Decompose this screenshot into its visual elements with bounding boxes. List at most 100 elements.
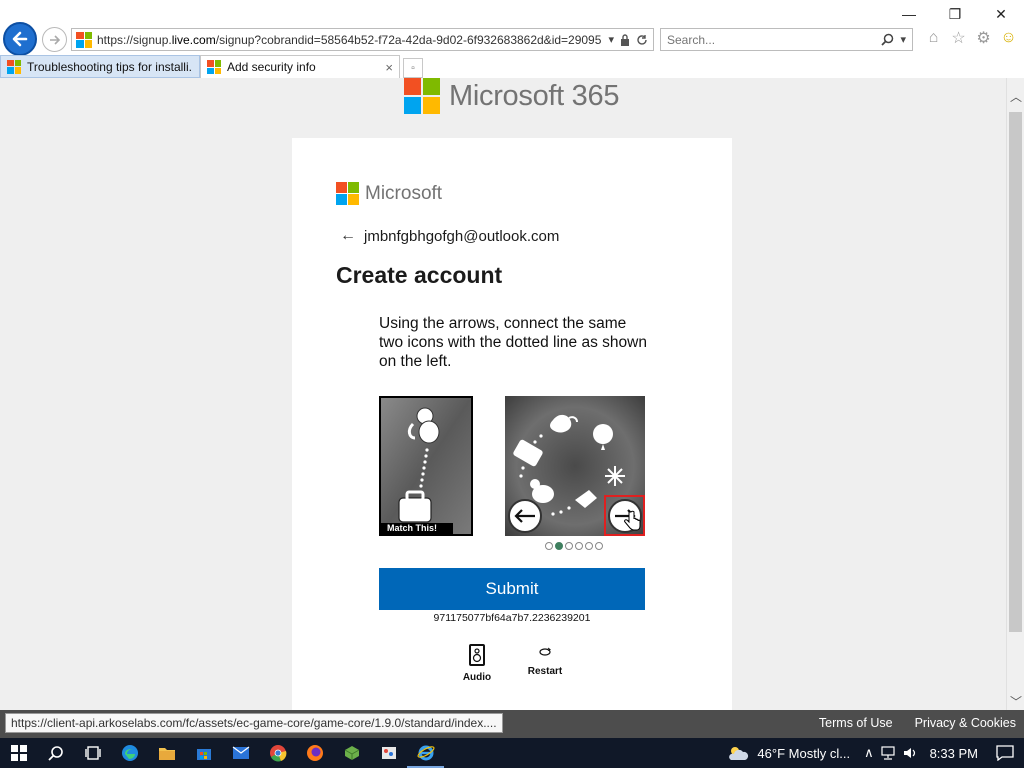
vertical-scrollbar[interactable]: ︿ ﹀ <box>1006 78 1024 710</box>
back-arrow-icon <box>12 31 28 47</box>
tab-title: Add security info <box>227 60 316 74</box>
tab-favicon <box>207 60 221 74</box>
volume-icon[interactable] <box>902 746 918 760</box>
chrome-icon[interactable] <box>259 738 296 768</box>
match-this-label: Match This! <box>381 523 453 534</box>
weather-text[interactable]: 46°F Mostly cl... <box>757 746 850 761</box>
edge-icon[interactable] <box>111 738 148 768</box>
captcha-instruction: Using the arrows, connect the same two i… <box>379 315 647 370</box>
back-arrow-icon[interactable]: ← <box>340 227 356 245</box>
captcha-reference-image: Match This! <box>379 396 473 536</box>
hand-cursor-icon <box>624 510 641 531</box>
search-input[interactable] <box>667 32 882 47</box>
windows-taskbar: 46°F Mostly cl... ∧ 8:33 PM <box>0 738 1024 768</box>
microsoft-logo-icon <box>336 182 359 205</box>
tab-close-icon[interactable]: × <box>385 60 393 75</box>
address-bar-icons: ▾ <box>603 33 653 46</box>
microsoft-365-header: Microsoft 365 <box>404 78 619 114</box>
search-box[interactable]: ▾ <box>660 28 913 51</box>
search-dropdown-icon[interactable]: ▾ <box>900 33 906 46</box>
progress-dot <box>595 542 603 550</box>
notifications-icon[interactable] <box>996 745 1014 761</box>
tab-strip: Troubleshooting tips for installi... Add… <box>0 55 1024 78</box>
back-button[interactable] <box>3 22 37 56</box>
submit-button[interactable]: Submit <box>379 568 645 610</box>
page-title: Create account <box>336 262 503 288</box>
restart-button[interactable]: Restart <box>525 646 565 677</box>
minimize-button[interactable]: — <box>886 0 932 28</box>
page-viewport: Microsoft 365 Microsoft ← jmbnfgbhgofgh@… <box>0 78 1006 710</box>
tab-add-security-info[interactable]: Add security info × <box>200 55 400 78</box>
address-bar[interactable]: https://signup.live.com/signup?cobrandid… <box>71 28 654 51</box>
search-icon[interactable] <box>37 738 74 768</box>
network-icon[interactable] <box>880 746 896 760</box>
progress-dot <box>575 542 583 550</box>
arrow-left-icon <box>514 509 535 523</box>
chevron-up-icon[interactable]: ∧ <box>864 745 874 761</box>
firefox-icon[interactable] <box>296 738 333 768</box>
puzzle-progress-dots <box>545 542 603 550</box>
site-favicon <box>76 31 92 48</box>
page-footer: https://client-api.arkoselabs.com/fc/ass… <box>0 710 1024 738</box>
task-view-icon[interactable] <box>74 738 111 768</box>
rotate-left-button[interactable] <box>508 499 542 533</box>
signup-card: Microsoft ← jmbnfgbhgofgh@outlook.com Cr… <box>292 138 732 710</box>
progress-dot-active <box>555 542 563 550</box>
scroll-down-icon[interactable]: ﹀ <box>1010 693 1022 710</box>
speaker-icon <box>469 644 485 666</box>
scroll-thumb[interactable] <box>1009 112 1022 632</box>
dropdown-icon[interactable]: ▾ <box>608 33 614 46</box>
lock-icon[interactable] <box>620 33 630 46</box>
account-email: jmbnfgbhgofgh@outlook.com <box>364 227 560 245</box>
weather-icon[interactable] <box>727 744 749 762</box>
mail-icon[interactable] <box>222 738 259 768</box>
url-text[interactable]: https://signup.live.com/signup?cobrandid… <box>97 33 603 47</box>
microsoft-logo-text: Microsoft <box>365 182 443 204</box>
microsoft-logo-icon <box>404 78 440 114</box>
weather-description: Mostly cl... <box>788 745 851 761</box>
snowflake-icon <box>605 466 625 486</box>
gear-icon[interactable]: ⚙ <box>974 28 993 47</box>
windows-start-icon[interactable] <box>0 738 37 768</box>
store-icon[interactable] <box>185 738 222 768</box>
paint-icon[interactable] <box>370 738 407 768</box>
restart-icon <box>539 647 551 656</box>
favorites-star-icon[interactable]: ☆ <box>949 28 968 47</box>
progress-dot <box>585 542 593 550</box>
home-icon[interactable]: ⌂ <box>924 28 943 47</box>
close-window-button[interactable]: ✕ <box>978 0 1024 28</box>
clock-time[interactable]: 8:33 PM <box>930 746 978 761</box>
audio-button[interactable]: Audio <box>457 644 497 683</box>
forward-button[interactable] <box>42 27 67 52</box>
footer-links: Terms of Use Privacy & Cookies <box>819 716 1016 730</box>
browser-chrome: — ❐ ✕ https://signup.live.com/signup?cob… <box>0 0 1024 80</box>
refresh-icon[interactable] <box>636 34 648 46</box>
system-tray: 46°F Mostly cl... ∧ 8:33 PM <box>727 738 1024 768</box>
minecraft-icon[interactable] <box>333 738 370 768</box>
tab-favicon <box>7 59 21 74</box>
audio-label: Audio <box>462 672 492 683</box>
microsoft-logo: Microsoft <box>336 182 442 205</box>
scroll-up-icon[interactable]: ︿ <box>1010 88 1022 105</box>
identity-banner: ← jmbnfgbhgofgh@outlook.com <box>340 227 559 245</box>
restart-label: Restart <box>527 666 563 677</box>
search-icon[interactable] <box>881 33 894 46</box>
toolbar-icons: ⌂ ☆ ⚙ ☺ <box>924 28 1018 47</box>
forward-arrow-icon <box>49 34 60 45</box>
terms-of-use-link[interactable]: Terms of Use <box>819 716 893 730</box>
temperature: 46°F <box>757 745 786 761</box>
reference-puzzle-art <box>381 398 471 534</box>
smiley-feedback-icon[interactable]: ☺ <box>999 28 1018 47</box>
new-tab-icon: ▫ <box>411 62 415 74</box>
internet-explorer-icon[interactable] <box>407 738 444 768</box>
restore-button[interactable]: ❐ <box>932 0 978 28</box>
session-id: 971175077bf64a7b7.2236239201 <box>433 612 591 624</box>
tab-title: Troubleshooting tips for installi... <box>27 59 193 74</box>
privacy-cookies-link[interactable]: Privacy & Cookies <box>915 716 1016 730</box>
window-controls: — ❐ ✕ <box>886 0 1024 28</box>
file-explorer-icon[interactable] <box>148 738 185 768</box>
brand-title: Microsoft 365 <box>449 79 620 112</box>
new-tab-button[interactable]: ▫ <box>403 58 423 78</box>
tab-troubleshooting[interactable]: Troubleshooting tips for installi... <box>0 55 200 78</box>
captcha-puzzle[interactable] <box>505 396 645 536</box>
